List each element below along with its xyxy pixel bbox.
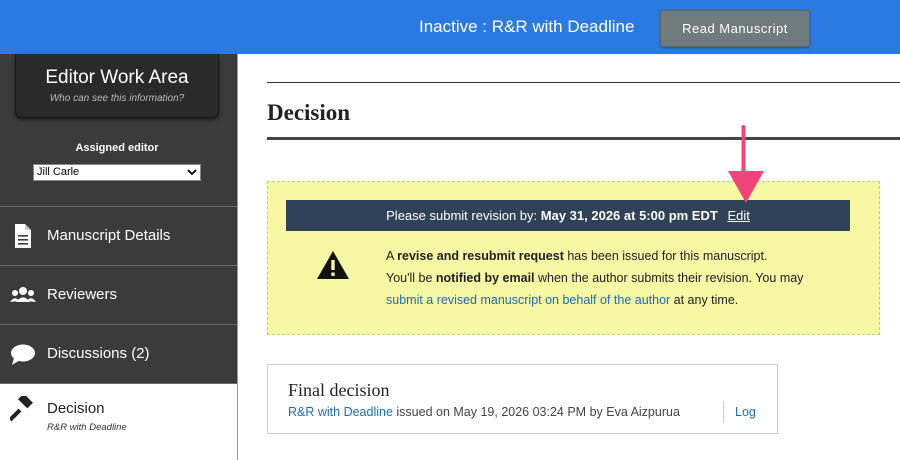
gavel-icon: [10, 396, 33, 422]
deadline-date: May 31, 2026 at 5:00 pm EDT: [540, 208, 718, 223]
sidebar-item-label: Decision: [47, 400, 105, 417]
notice-message: A revise and resubmit request has been i…: [386, 245, 803, 311]
sidebar-item-label: Discussions (2): [47, 345, 150, 362]
sidebar-item-manuscript-details[interactable]: Manuscript Details: [0, 206, 237, 265]
editor-work-area: Editor Work Area Who can see this inform…: [15, 54, 219, 118]
revision-notice: Please submit revision by: May 31, 2026 …: [267, 181, 880, 335]
notice-line-1: A revise and resubmit request has been i…: [386, 249, 768, 263]
document-icon: [15, 224, 31, 248]
notice-line-2: You'll be notified by email when the aut…: [386, 271, 804, 285]
people-icon: [10, 287, 36, 302]
assigned-editor-label: Assigned editor: [75, 142, 159, 154]
warning-icon: [317, 251, 349, 279]
visibility-info-link[interactable]: Who can see this information?: [16, 93, 218, 104]
read-manuscript-button[interactable]: Read Manuscript: [660, 10, 810, 47]
speech-bubble-icon: [11, 344, 35, 365]
final-decision-card: Final decision R&R with Deadline issued …: [267, 364, 778, 434]
final-decision-title: Final decision: [288, 380, 390, 400]
decision-type-link[interactable]: R&R with Deadline: [288, 405, 393, 419]
decision-status-sub: R&R with Deadline: [47, 422, 127, 433]
edit-deadline-link[interactable]: Edit: [727, 208, 749, 223]
sidebar-item-discussions[interactable]: Discussions (2): [0, 324, 237, 383]
sidebar-item-label: Reviewers: [47, 286, 118, 303]
deadline-prefix: Please submit revision by:: [386, 208, 538, 223]
log-link[interactable]: Log: [735, 405, 756, 419]
sidebar: Editor Work Area Who can see this inform…: [0, 54, 238, 460]
notice-line-3: submit a revised manuscript on behalf of…: [386, 293, 739, 307]
divider: [723, 401, 724, 423]
title-divider: [267, 137, 900, 140]
sidebar-item-decision[interactable]: Decision R&R with Deadline: [0, 383, 237, 460]
page-title: Decision: [267, 100, 351, 125]
pink-arrow-annotation: [728, 125, 764, 203]
work-area-title: Editor Work Area: [45, 67, 189, 88]
submit-on-behalf-link[interactable]: submit a revised manuscript on behalf of…: [386, 293, 670, 307]
divider: [267, 82, 900, 83]
top-bar: Inactive : R&R with Deadline Read Manusc…: [0, 0, 900, 54]
assigned-editor-value: Jill Carle: [37, 166, 80, 178]
manuscript-status: Inactive : R&R with Deadline: [419, 17, 635, 36]
final-decision-meta: R&R with Deadline issued on May 19, 2026…: [288, 405, 680, 419]
chevron-down-icon: [187, 169, 197, 176]
sidebar-item-reviewers[interactable]: Reviewers: [0, 265, 237, 324]
assigned-editor-select[interactable]: Jill Carle: [33, 164, 201, 181]
sidebar-item-label: Manuscript Details: [47, 227, 171, 244]
